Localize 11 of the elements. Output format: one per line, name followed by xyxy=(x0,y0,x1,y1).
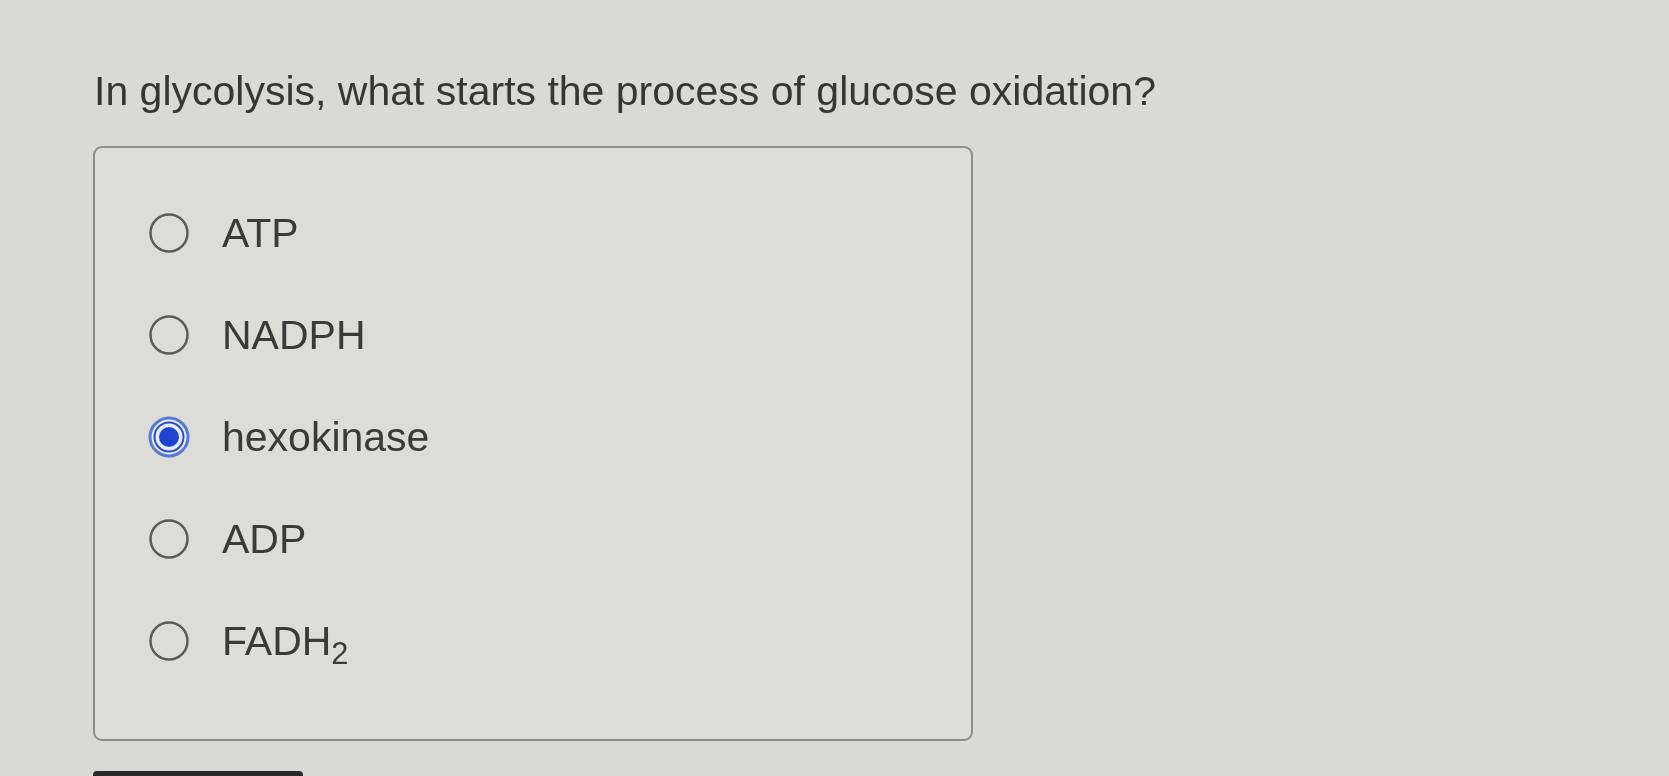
option-label[interactable]: ATP xyxy=(222,212,299,254)
radio-button[interactable] xyxy=(148,518,190,560)
radio-button[interactable] xyxy=(148,314,190,356)
option-label[interactable]: FADH$_{2}$ xyxy=(222,620,349,662)
option-label[interactable]: hexokinase xyxy=(222,416,430,458)
option-label[interactable]: ADP xyxy=(222,518,307,560)
radio-button[interactable] xyxy=(148,212,190,254)
radio-button[interactable] xyxy=(148,620,190,662)
radio-button[interactable] xyxy=(148,416,190,458)
question-text: In glycolysis, what starts the process of glucose oxidation? xyxy=(94,67,1156,116)
option-label[interactable]: NADPH xyxy=(222,314,366,356)
